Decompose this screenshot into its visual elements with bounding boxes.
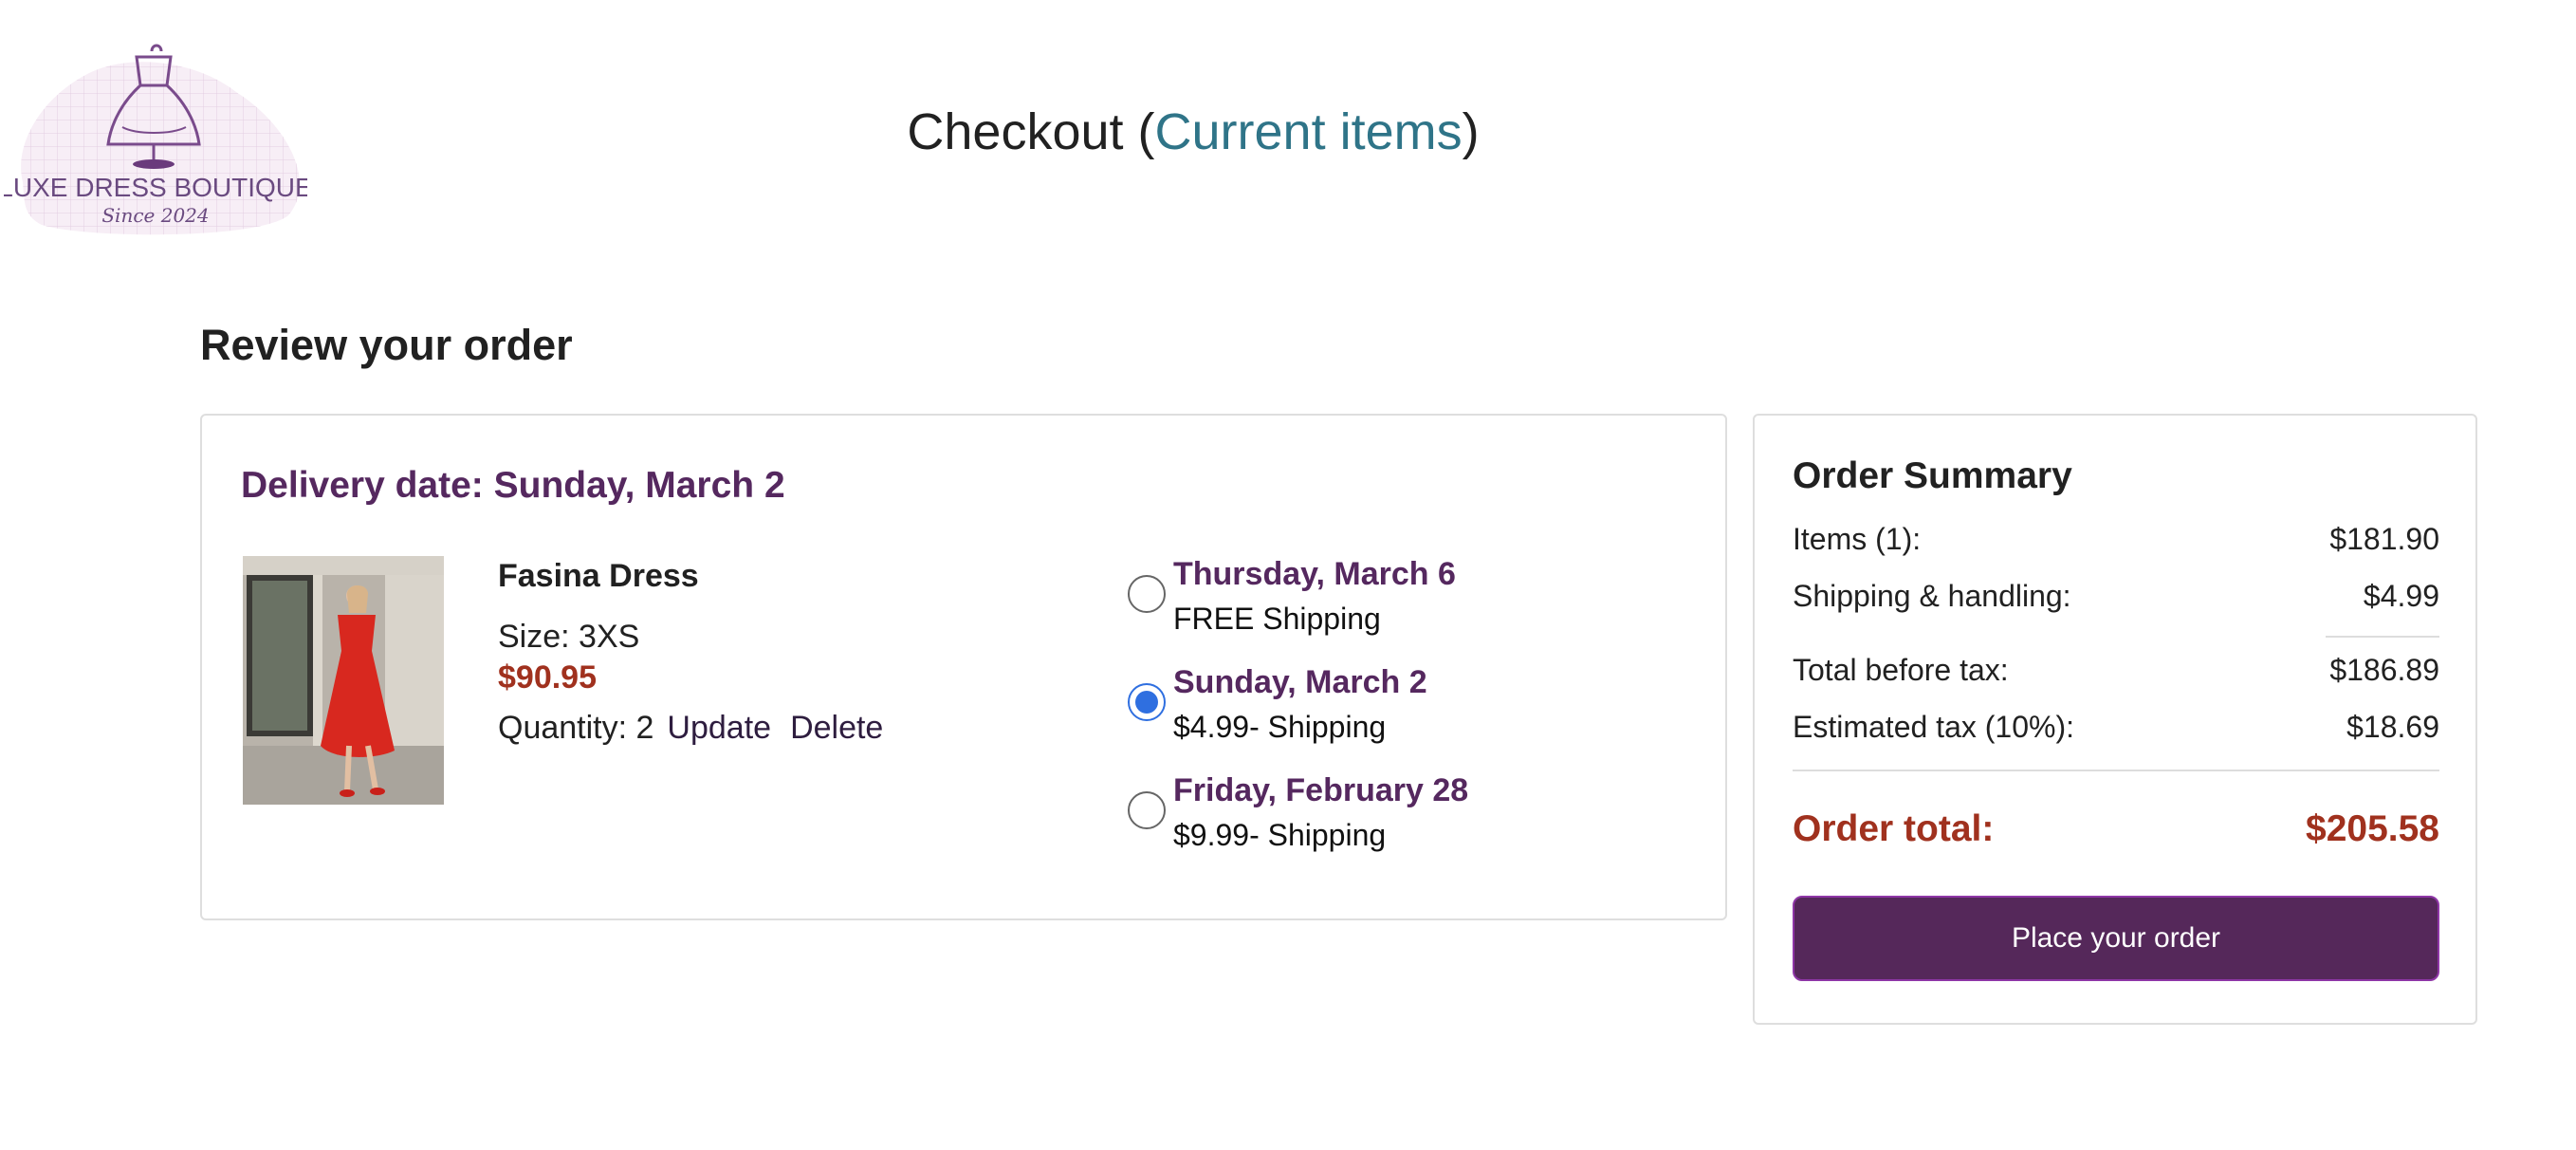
order-item-card: Delivery date: Sunday, March 2 Fasina Dr…	[200, 414, 1727, 920]
before-tax-row: Total before tax: $186.89	[1793, 653, 2439, 688]
product-size: Size: 3XS	[498, 619, 640, 655]
items-value: $181.90	[2329, 522, 2439, 556]
product-name: Fasina Dress	[498, 558, 699, 594]
place-order-button[interactable]: Place your order	[1793, 896, 2439, 981]
product-quantity: Quantity: 2	[498, 710, 654, 746]
order-summary-card: Order Summary Items (1): $181.90 Shippin…	[1753, 414, 2477, 1025]
delete-item-link[interactable]: Delete	[790, 710, 883, 746]
product-details: Fasina Dress Size: 3XS $90.95 Quantity: …	[498, 558, 883, 747]
order-total-label: Order total:	[1793, 808, 1995, 849]
shipping-option-date: Sunday, March 2	[1173, 664, 1427, 700]
shipping-row: Shipping & handling: $4.99	[1793, 579, 2439, 614]
tax-label: Estimated tax (10%):	[1793, 710, 2074, 744]
current-items-link[interactable]: Current items	[1155, 103, 1463, 160]
shipping-label: Shipping & handling:	[1793, 579, 2071, 613]
delivery-date: Delivery date: Sunday, March 2	[241, 465, 785, 506]
summary-divider	[1793, 770, 2439, 771]
title-prefix: Checkout (	[907, 103, 1155, 160]
shipping-option-radio[interactable]	[1128, 791, 1166, 829]
before-tax-value: $186.89	[2329, 653, 2439, 687]
product-price: $90.95	[498, 659, 597, 696]
review-heading: Review your order	[200, 321, 573, 369]
order-total-value: $205.58	[2306, 808, 2439, 849]
summary-divider	[2326, 636, 2439, 638]
shipping-option-radio[interactable]	[1128, 683, 1166, 721]
product-image	[243, 556, 444, 805]
update-quantity-link[interactable]: Update	[667, 710, 771, 746]
shipping-option-radio[interactable]	[1128, 575, 1166, 613]
product-quantity-row: Quantity: 2 Update Delete	[498, 710, 883, 747]
order-summary-title: Order Summary	[1793, 455, 2072, 496]
shipping-value: $4.99	[2363, 579, 2439, 613]
items-label: Items (1):	[1793, 522, 1922, 556]
tax-value: $18.69	[2346, 710, 2439, 744]
shipping-option-price: $9.99- Shipping	[1173, 818, 1387, 852]
checkout-page: LUXE DRESS BOUTIQUE Since 2024 Checkout …	[0, 0, 2576, 1150]
shipping-option-date: Thursday, March 6	[1173, 556, 1456, 592]
shipping-option-price: FREE Shipping	[1173, 602, 1381, 636]
items-row: Items (1): $181.90	[1793, 522, 2439, 557]
title-suffix: )	[1462, 103, 1480, 160]
shipping-option-date: Friday, February 28	[1173, 772, 1469, 808]
logo-tagline: Since 2024	[101, 204, 209, 227]
order-total-row: Order total: $205.58	[1793, 808, 2439, 850]
page-title: Checkout (Current items)	[0, 102, 2386, 161]
shipping-option-price: $4.99- Shipping	[1173, 710, 1387, 744]
before-tax-label: Total before tax:	[1793, 653, 2009, 687]
logo-text: LUXE DRESS BOUTIQUE	[4, 173, 307, 202]
tax-row: Estimated tax (10%): $18.69	[1793, 710, 2439, 745]
